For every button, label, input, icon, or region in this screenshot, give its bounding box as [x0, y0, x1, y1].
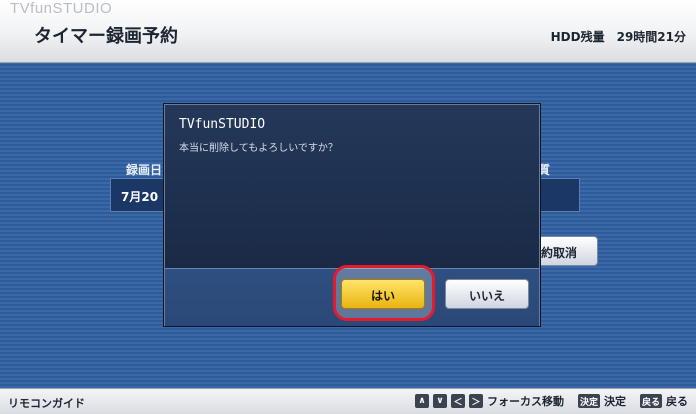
right-arrow-icon: ＞ — [468, 394, 483, 408]
column-header-record-date: 録画日 — [126, 163, 163, 177]
yes-button[interactable]: はい — [341, 279, 425, 309]
focus-move-text: フォーカス移動 — [486, 395, 564, 408]
header-bar: TVfunSTUDIO タイマー録画予約 HDD残量 29時間21分 — [0, 0, 696, 63]
dialog-body: TVfunSTUDIO 本当に削除してもよろしいですか？ — [165, 105, 539, 268]
remote-guide-label: リモコンガイド — [8, 397, 85, 410]
brand-logo: TVfunSTUDIO — [10, 0, 113, 17]
left-arrow-icon: ＜ — [450, 394, 465, 408]
up-arrow-icon: ∧ — [414, 394, 429, 408]
back-key-icon: 戻る — [639, 394, 662, 408]
enter-text: 決定 — [603, 395, 626, 408]
guide-keys: ∧ ∨ ＜ ＞ フォーカス移動 決定 決定 戻る 戻る — [414, 393, 688, 409]
hdd-remaining: HDD残量 29時間21分 — [539, 28, 686, 45]
confirm-delete-dialog: TVfunSTUDIO 本当に削除してもよろしいですか？ はい いいえ — [164, 104, 540, 326]
quality-cell[interactable] — [536, 178, 580, 212]
page-title: タイマー録画予約 — [34, 26, 178, 47]
down-arrow-icon: ∨ — [432, 394, 447, 408]
hdd-label: HDD残量 — [550, 30, 605, 44]
no-button[interactable]: いいえ — [445, 279, 529, 309]
dialog-title: TVfunSTUDIO — [179, 117, 266, 132]
hdd-value: 29時間21分 — [616, 30, 686, 44]
dialog-message: 本当に削除してもよろしいですか？ — [179, 143, 338, 154]
remote-guide-bar: リモコンガイド ∧ ∨ ＜ ＞ フォーカス移動 決定 決定 戻る 戻る — [0, 388, 696, 414]
enter-key-icon: 決定 — [577, 394, 600, 408]
back-text: 戻る — [666, 395, 688, 408]
